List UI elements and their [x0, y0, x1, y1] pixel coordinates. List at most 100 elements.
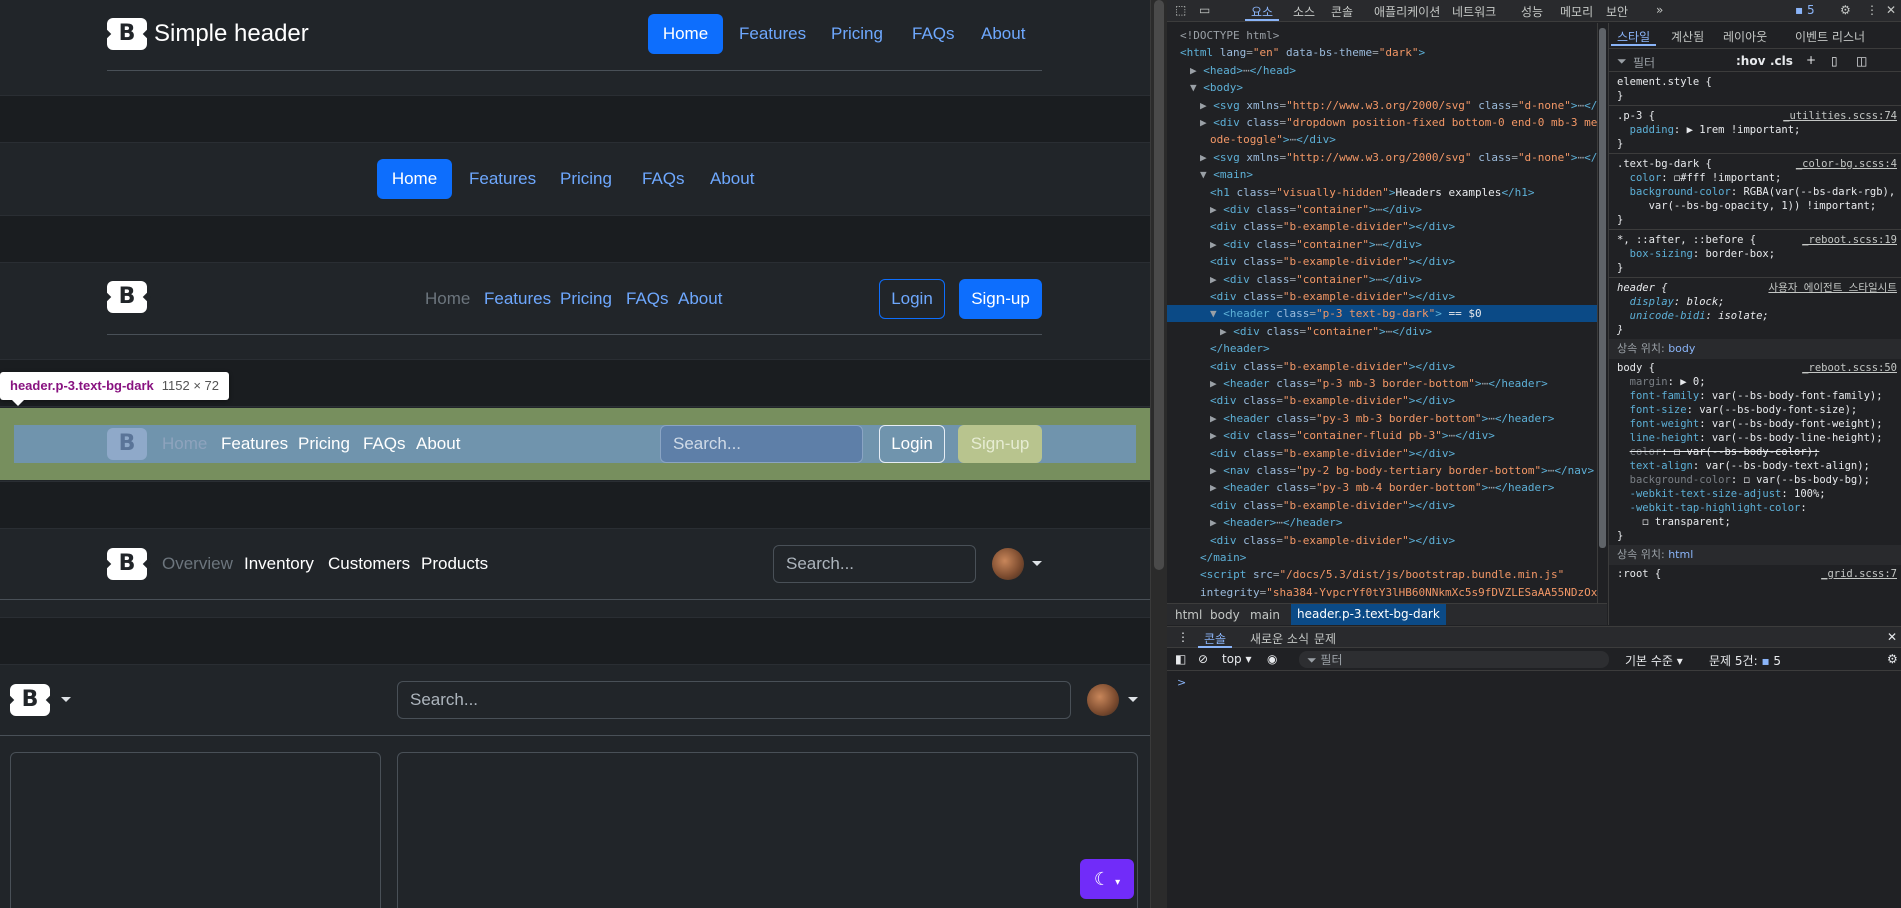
dom-node[interactable]: ▶ <svg xmlns="http://www.w3.org/2000/svg…: [1167, 149, 1597, 166]
devtools-tab[interactable]: 콘솔: [1331, 3, 1353, 20]
nav-pricing[interactable]: Pricing: [831, 24, 883, 44]
nav-features[interactable]: Features: [484, 289, 551, 309]
dom-node[interactable]: ▶ <div class="container-fluid pb-3">⋯</d…: [1167, 427, 1597, 444]
more-tabs-icon[interactable]: »: [1656, 3, 1663, 17]
nav-products[interactable]: Products: [421, 554, 488, 574]
dom-node[interactable]: <div class="b-example-divider"></div>: [1167, 497, 1597, 514]
style-declaration[interactable]: font-weight: var(--bs-body-font-weight);: [1617, 417, 1883, 431]
dom-node[interactable]: <script src="/docs/5.3/dist/js/bootstrap…: [1167, 566, 1597, 583]
style-declaration[interactable]: ◻ transparent;: [1617, 515, 1731, 529]
dom-node[interactable]: ▶ <header class="py-3 mb-3 border-bottom…: [1167, 410, 1597, 427]
dom-node[interactable]: ▶ <head>⋯</head>: [1167, 62, 1597, 79]
dom-node[interactable]: ▶ <header class="p-3 mb-3 border-bottom"…: [1167, 375, 1597, 392]
nav-features[interactable]: Features: [739, 24, 806, 44]
rule-source-link[interactable]: 사용자 에이전트 스타일시트: [1768, 281, 1897, 295]
drawer-tab[interactable]: 문제: [1314, 630, 1336, 647]
bootstrap-logo-icon[interactable]: B: [10, 684, 50, 716]
console-output[interactable]: >: [1167, 672, 1901, 908]
style-declaration[interactable]: *, ::after, ::before {: [1617, 233, 1756, 247]
dom-node[interactable]: <div class="b-example-divider"></div>: [1167, 288, 1597, 305]
breadcrumb-item[interactable]: body: [1210, 608, 1240, 622]
signup-button[interactable]: Sign-up: [959, 279, 1042, 319]
styles-subtab[interactable]: 이벤트 리스너: [1795, 28, 1865, 45]
scrollbar-thumb[interactable]: [1154, 0, 1164, 570]
device-toolbar-icon[interactable]: ▭: [1199, 3, 1210, 17]
settings-gear-icon[interactable]: ⚙: [1840, 3, 1851, 17]
style-declaration[interactable]: .text-bg-dark {: [1617, 157, 1712, 171]
dom-node[interactable]: integrity="sha384-YvpcrYf0tY3lHB60NNkmXc…: [1167, 584, 1597, 601]
style-declaration[interactable]: color: ◻ var(--bs-body-color);: [1617, 445, 1820, 459]
nav-pricing[interactable]: Pricing: [298, 434, 350, 454]
console-filter-input[interactable]: ⏷ 필터: [1299, 651, 1609, 668]
nav-features[interactable]: Features: [221, 434, 288, 454]
drawer-tab[interactable]: 콘솔: [1197, 630, 1233, 648]
style-declaration[interactable]: }: [1617, 89, 1623, 103]
dom-node[interactable]: ▶ <div class="dropdown position-fixed bo…: [1167, 114, 1597, 131]
page-scrollbar[interactable]: [1150, 0, 1167, 908]
nav-pricing[interactable]: Pricing: [560, 169, 612, 189]
user-avatar[interactable]: [1087, 684, 1119, 716]
nav-home-active[interactable]: Home: [377, 159, 452, 199]
elements-scrollbar[interactable]: [1597, 23, 1607, 603]
drawer-menu-icon[interactable]: ⋮: [1177, 630, 1189, 644]
inherited-link[interactable]: body: [1668, 342, 1695, 355]
search-input[interactable]: Search...: [397, 681, 1071, 719]
paint-icon[interactable]: ▯: [1831, 54, 1838, 68]
rule-source-link[interactable]: _color-bg.scss:4: [1796, 157, 1897, 171]
devtools-tab[interactable]: 네트워크: [1452, 3, 1496, 20]
inspect-element-icon[interactable]: ⬚: [1175, 3, 1186, 17]
devtools-tab[interactable]: 메모리: [1560, 3, 1593, 20]
dom-node-selected[interactable]: ▼ <header class="p-3 text-bg-dark"> == $…: [1167, 305, 1597, 323]
cls-toggle[interactable]: .cls: [1770, 54, 1793, 68]
style-declaration[interactable]: line-height: var(--bs-body-line-height);: [1617, 431, 1883, 445]
dom-node[interactable]: ▶ <div class="container">⋯</div>: [1167, 201, 1597, 218]
user-avatar[interactable]: [992, 548, 1024, 580]
style-declaration[interactable]: var(--bs-bg-opacity, 1)) !important;: [1617, 199, 1877, 213]
devtools-tab[interactable]: 보안: [1606, 3, 1628, 20]
devtools-tab[interactable]: 애플리케이션: [1374, 3, 1440, 20]
style-declaration[interactable]: body {: [1617, 361, 1655, 375]
issues-icon[interactable]: ▪ 5: [1795, 3, 1815, 17]
style-declaration[interactable]: background-color: ◻ var(--bs-body-bg);: [1617, 473, 1870, 487]
chevron-down-icon[interactable]: [1032, 561, 1042, 566]
drawer-tab[interactable]: 새로운 소식: [1250, 630, 1309, 647]
dom-node[interactable]: ▶ <div class="container">⋯</div>: [1167, 271, 1597, 288]
inherited-link[interactable]: html: [1668, 548, 1693, 561]
style-declaration[interactable]: font-size: var(--bs-body-font-size);: [1617, 403, 1858, 417]
console-settings-icon[interactable]: ⚙: [1887, 652, 1898, 666]
dom-node[interactable]: </main>: [1167, 549, 1597, 566]
styles-subtab[interactable]: 계산됨: [1671, 28, 1704, 45]
dom-node[interactable]: <h1 class="visually-hidden">Headers exam…: [1167, 184, 1597, 201]
bootstrap-logo-icon[interactable]: B: [107, 548, 147, 580]
nav-features[interactable]: Features: [469, 169, 536, 189]
nav-home-active[interactable]: Home: [648, 14, 723, 54]
scrollbar-thumb[interactable]: [1599, 28, 1606, 548]
style-declaration[interactable]: background-color: RGBA(var(--bs-dark-rgb…: [1617, 185, 1896, 199]
close-icon[interactable]: ✕: [1886, 3, 1896, 17]
nav-faqs[interactable]: FAQs: [363, 434, 406, 454]
log-level-select[interactable]: 기본 수준 ▾: [1625, 652, 1683, 669]
dom-node[interactable]: </header>: [1167, 340, 1597, 357]
styles-subtab[interactable]: 레이아웃: [1723, 28, 1767, 45]
more-options-icon[interactable]: ⋮: [1866, 3, 1878, 17]
dom-node[interactable]: ▶ <div class="container">⋯</div>: [1167, 236, 1597, 253]
nav-faqs[interactable]: FAQs: [642, 169, 685, 189]
theme-toggle-button[interactable]: ☾ ▾: [1080, 859, 1134, 899]
login-button[interactable]: Login: [879, 279, 945, 319]
style-declaration[interactable]: text-align: var(--bs-body-text-align);: [1617, 459, 1870, 473]
style-declaration[interactable]: }: [1617, 137, 1623, 151]
dom-node[interactable]: ▶ <svg xmlns="http://www.w3.org/2000/svg…: [1167, 97, 1597, 114]
devtools-tab[interactable]: 요소: [1244, 3, 1280, 21]
console-prompt[interactable]: >: [1177, 676, 1186, 689]
clear-console-icon[interactable]: ⊘: [1198, 652, 1208, 666]
bootstrap-logo-icon[interactable]: B: [107, 18, 147, 50]
style-declaration[interactable]: :root {: [1617, 567, 1661, 581]
style-declaration[interactable]: box-sizing: border-box;: [1617, 247, 1775, 261]
dom-node[interactable]: <div class="b-example-divider"></div>: [1167, 253, 1597, 270]
brand-title[interactable]: Simple header: [154, 20, 309, 48]
search-input[interactable]: Search...: [660, 425, 863, 463]
style-declaration[interactable]: unicode-bidi: isolate;: [1617, 309, 1769, 323]
bootstrap-logo-icon[interactable]: B: [107, 428, 147, 460]
dom-node[interactable]: ▶ <div class="container">⋯</div>: [1167, 323, 1597, 340]
dom-node[interactable]: <div class="b-example-divider"></div>: [1167, 445, 1597, 462]
